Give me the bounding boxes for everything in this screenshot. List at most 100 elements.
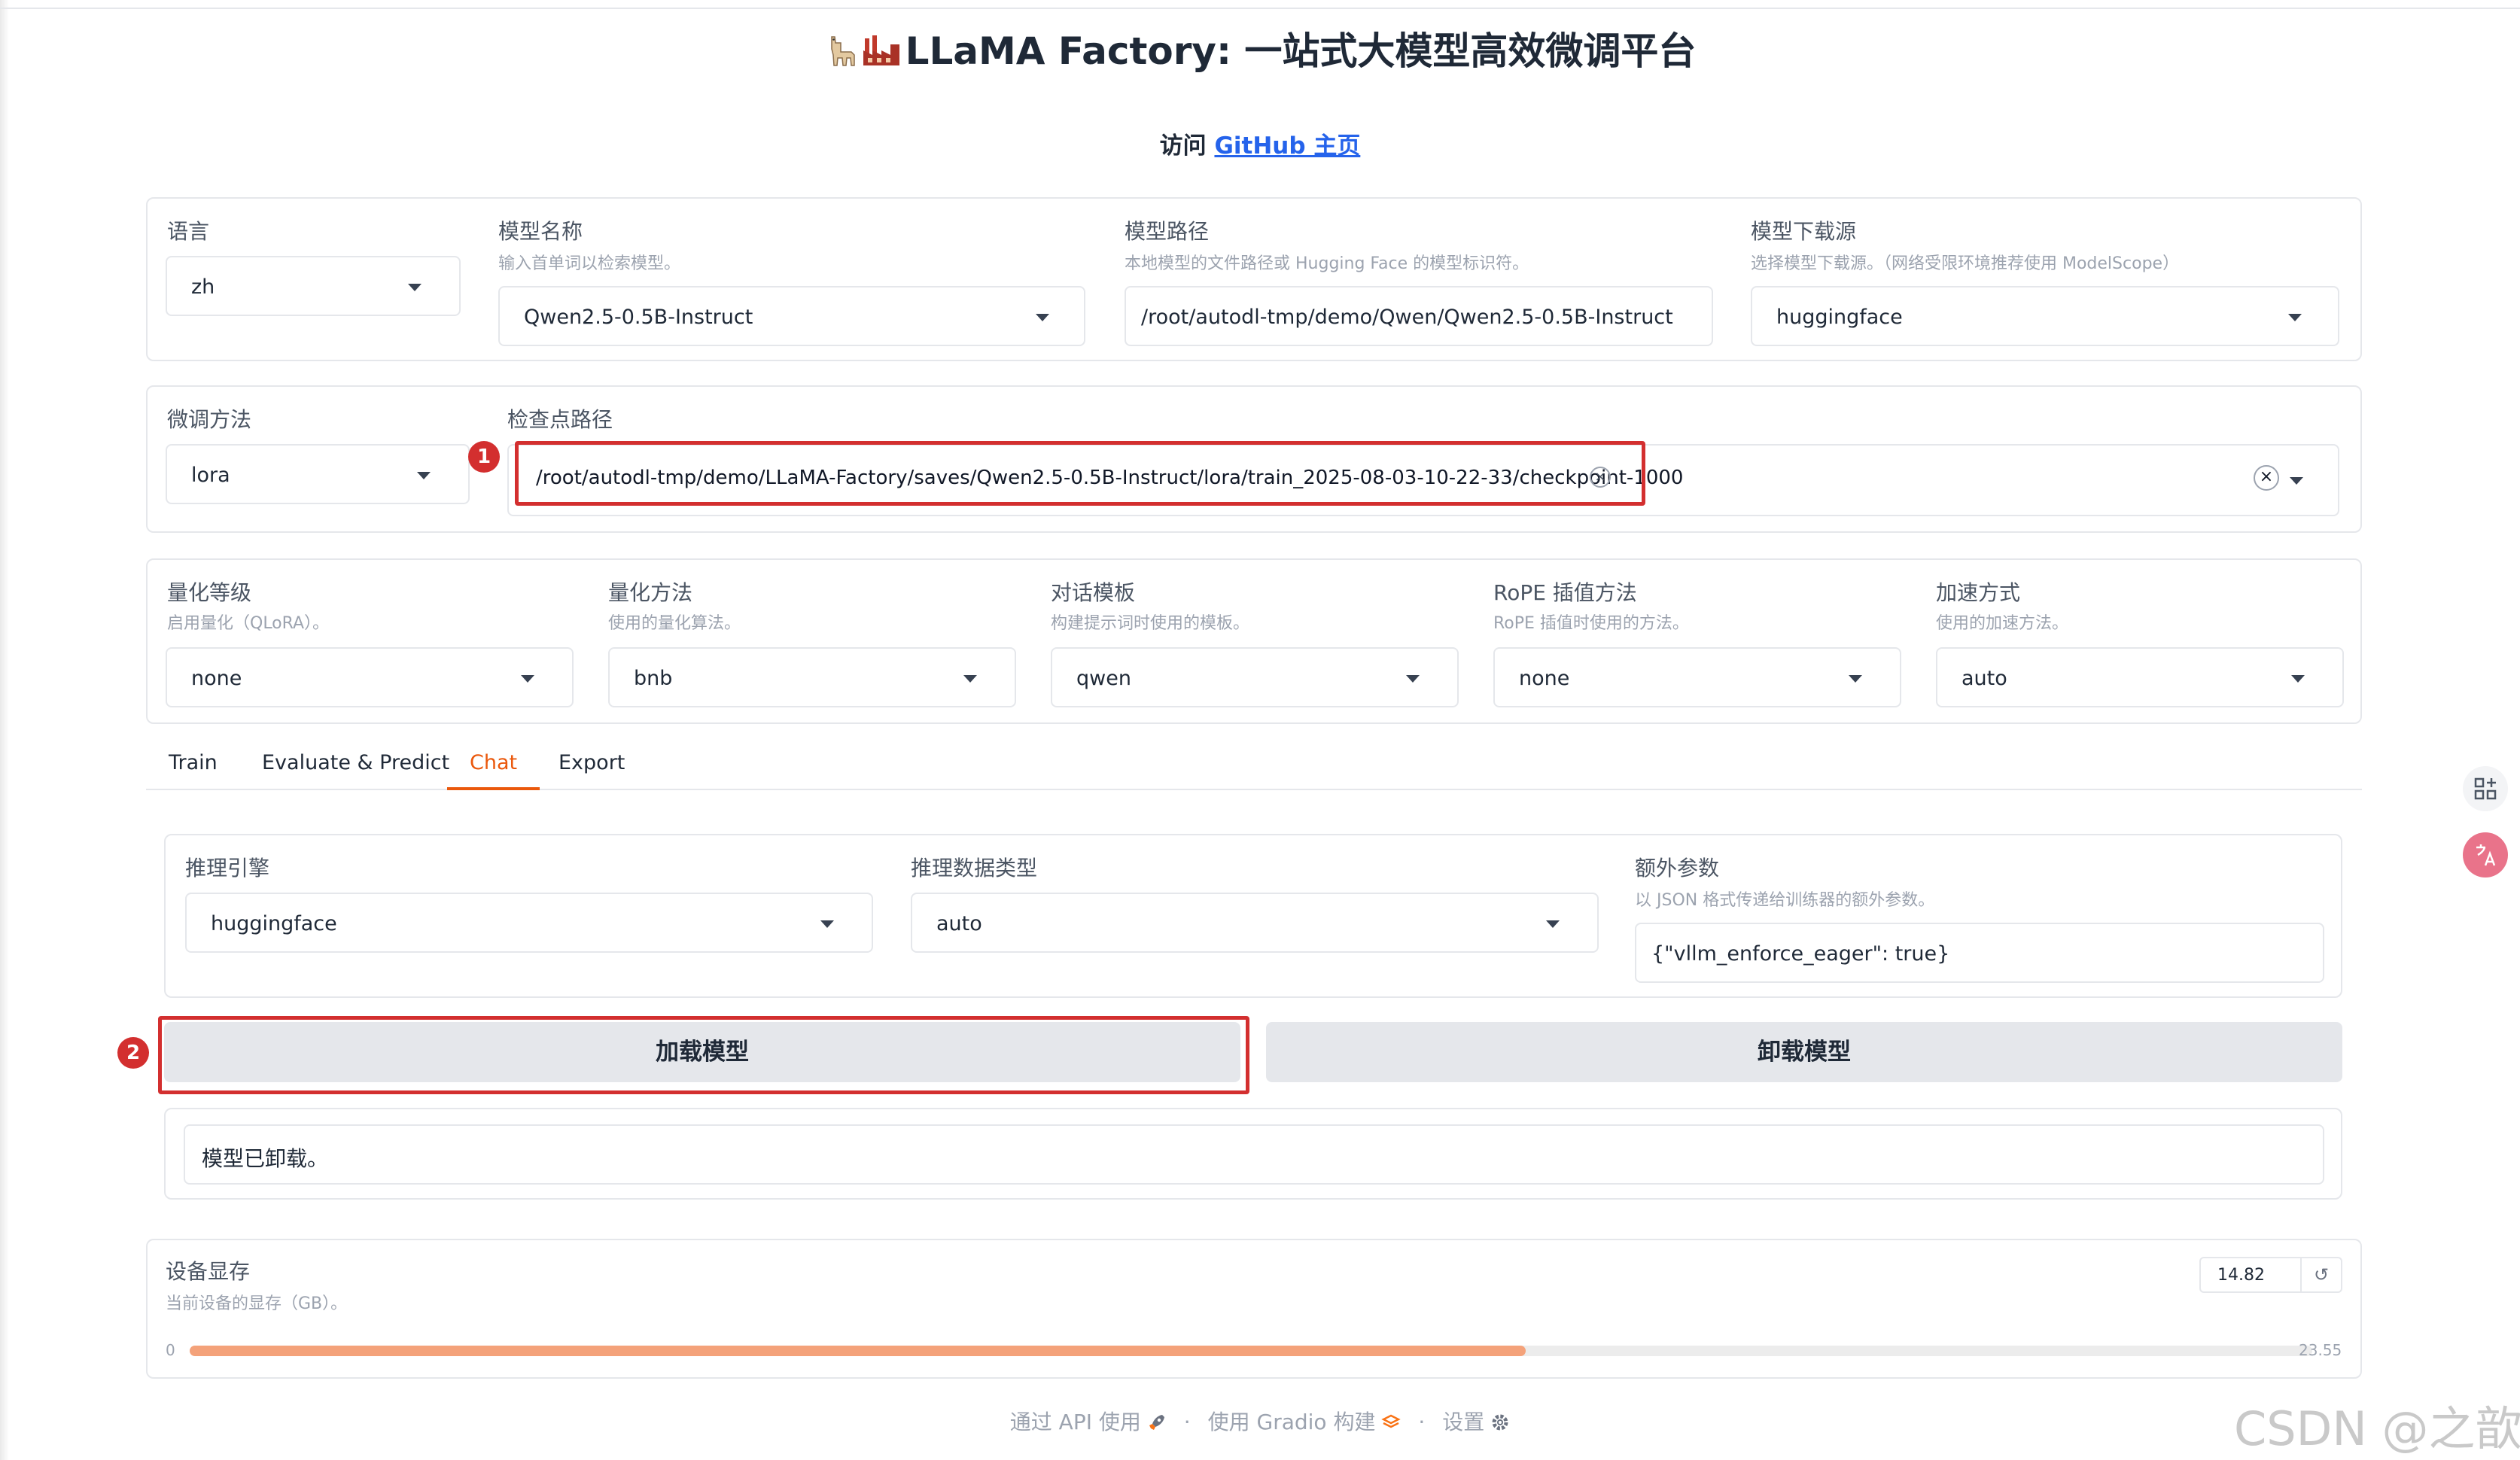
hub-dropdown[interactable]: huggingface <box>1751 286 2339 346</box>
lang-dropdown[interactable]: zh <box>166 256 461 316</box>
top-divider <box>0 8 2520 9</box>
quant-method-dropdown[interactable]: bnb <box>608 647 1016 707</box>
gear-icon <box>1492 1414 1508 1431</box>
device-memory-slider[interactable] <box>190 1346 2312 1356</box>
chevron-down-icon <box>1036 314 1049 321</box>
rope-info: RoPE 插值时使用的方法。 <box>1493 614 1689 633</box>
tab-bar: Train Evaluate & Predict Chat Export <box>146 745 2362 790</box>
extra-args-info: 以 JSON 格式传递给训练器的额外参数。 <box>1635 891 1935 910</box>
device-memory-panel: 设备显存 当前设备的显存（GB）。 <box>146 1239 2362 1379</box>
llama-icon <box>830 36 855 66</box>
footer-separator: · <box>1183 1410 1191 1434</box>
quant-method-info: 使用的量化算法。 <box>608 614 741 633</box>
footer-gradio-link[interactable]: 使用 Gradio 构建 <box>1208 1410 1402 1434</box>
finetune-method-label: 微调方法 <box>167 407 252 432</box>
tab-evaluate-predict[interactable]: Evaluate & Predict <box>239 745 472 790</box>
finetune-method-value: lora <box>191 464 230 487</box>
model-path-label: 模型路径 <box>1125 219 1210 244</box>
footer: 通过 API 使用 · 使用 Gradio 构建 · 设置 <box>0 1406 2520 1436</box>
device-memory-label: 设备显存 <box>166 1259 251 1284</box>
chevron-down-icon <box>2288 314 2302 321</box>
rope-value: none <box>1519 667 1570 690</box>
factory-icon <box>863 35 899 65</box>
clear-icon[interactable]: × <box>2254 465 2279 491</box>
lang-label: 语言 <box>167 219 210 244</box>
device-memory-value: 14.82 <box>2217 1266 2265 1285</box>
annotation-box-load <box>158 1016 1249 1094</box>
booster-label: 加速方式 <box>1936 580 2021 605</box>
annotation-badge-1: 1 <box>468 441 500 473</box>
infer-dtype-value: auto <box>936 912 982 935</box>
gradio-logo-icon <box>1381 1414 1402 1428</box>
qr-glyph <box>2474 777 2497 800</box>
model-name-info: 输入首单词以检索模型。 <box>498 254 681 273</box>
chevron-down-icon <box>2291 675 2305 683</box>
footer-api-link[interactable]: 通过 API 使用 <box>1010 1410 1167 1434</box>
unload-model-button[interactable]: 卸载模型 <box>1266 1022 2342 1082</box>
advanced-panel: 量化等级 启用量化（QLoRA）。 none 量化方法 使用的量化算法。 bnb… <box>146 558 2362 724</box>
hub-label: 模型下载源 <box>1751 219 1857 244</box>
tab-chat[interactable]: Chat <box>447 745 540 790</box>
rope-dropdown[interactable]: none <box>1493 647 1901 707</box>
chevron-down-icon <box>963 675 977 683</box>
checkpoint-label: 检查点路径 <box>507 407 613 432</box>
template-info: 构建提示词时使用的模板。 <box>1051 614 1250 633</box>
watermark: CSDN @之歆 <box>2234 1401 2520 1456</box>
page-subtitle: 访问 GitHub 主页 <box>0 126 2520 160</box>
chevron-down-icon <box>1546 920 1560 928</box>
page-title-text: LLaMA Factory: 一站式大模型高效微调平台 <box>905 29 1697 73</box>
status-textbox[interactable]: 模型已卸载。 <box>184 1124 2324 1185</box>
lang-value: zh <box>191 275 215 299</box>
github-link[interactable]: GitHub 主页 <box>1214 132 1360 160</box>
model-name-value: Qwen2.5-0.5B-Instruct <box>524 306 753 329</box>
chevron-down-icon <box>417 472 431 479</box>
translate-glyph <box>2476 844 2496 866</box>
visit-prefix: 访问 <box>1159 132 1207 160</box>
footer-gradio-text: 使用 Gradio 构建 <box>1207 1410 1376 1434</box>
booster-value: auto <box>1962 667 2007 690</box>
infer-dtype-dropdown[interactable]: auto <box>911 893 1599 953</box>
chevron-down-icon <box>1849 675 1862 683</box>
device-memory-number-input[interactable]: 14.82 ↺ <box>2199 1257 2342 1293</box>
booster-info: 使用的加速方法。 <box>1936 614 2069 633</box>
qr-icon[interactable] <box>2463 766 2508 811</box>
quant-bit-info: 启用量化（QLoRA）。 <box>167 614 330 633</box>
model-path-input[interactable]: /root/autodl-tmp/demo/Qwen/Qwen2.5-0.5B-… <box>1125 286 1713 346</box>
infer-backend-label: 推理引擎 <box>185 856 270 881</box>
annotation-box-checkpoint <box>515 441 1645 506</box>
booster-dropdown[interactable]: auto <box>1936 647 2344 707</box>
extra-args-value: {"vllm_enforce_eager": true} <box>1651 942 1950 966</box>
left-edge-shade <box>0 0 9 1460</box>
model-path-value: /root/autodl-tmp/demo/Qwen/Qwen2.5-0.5B-… <box>1141 306 1673 329</box>
footer-settings-link[interactable]: 设置 <box>1442 1410 1510 1434</box>
chevron-down-icon <box>2290 477 2303 485</box>
infer-backend-dropdown[interactable]: huggingface <box>185 893 873 953</box>
footer-settings-text: 设置 <box>1442 1410 1485 1434</box>
reset-icon[interactable]: ↺ <box>2300 1258 2341 1291</box>
quant-bit-dropdown[interactable]: none <box>166 647 574 707</box>
model-path-info: 本地模型的文件路径或 Hugging Face 的模型标识符。 <box>1125 254 1529 273</box>
slider-min-label: 0 <box>166 1341 175 1359</box>
template-dropdown[interactable]: qwen <box>1051 647 1459 707</box>
annotation-badge-2: 2 <box>117 1037 149 1069</box>
chevron-down-icon <box>521 675 534 683</box>
tab-train[interactable]: Train <box>146 745 240 790</box>
slider-max-label: 23.55 <box>2299 1341 2342 1359</box>
hub-value: huggingface <box>1776 306 1903 329</box>
infer-dtype-label: 推理数据类型 <box>911 856 1038 881</box>
quant-method-value: bnb <box>634 667 673 690</box>
status-value: 模型已卸载。 <box>202 1146 329 1171</box>
hub-info: 选择模型下载源。（网络受限环境推荐使用 ModelScope） <box>1751 254 2180 273</box>
tab-export[interactable]: Export <box>536 745 647 790</box>
chevron-down-icon <box>1406 675 1420 683</box>
model-name-dropdown[interactable]: Qwen2.5-0.5B-Instruct <box>498 286 1085 346</box>
template-value: qwen <box>1076 667 1131 690</box>
slider-fill <box>190 1346 1526 1356</box>
model-name-label: 模型名称 <box>498 219 583 244</box>
chat-settings-panel: 推理引擎 huggingface 推理数据类型 auto 额外参数 以 JSON… <box>164 834 2342 998</box>
extra-args-input[interactable]: {"vllm_enforce_eager": true} <box>1635 923 2324 983</box>
translate-icon[interactable] <box>2463 832 2508 878</box>
extra-args-label: 额外参数 <box>1635 856 1720 881</box>
footer-api-text: 通过 API 使用 <box>1009 1410 1141 1434</box>
finetune-method-dropdown[interactable]: lora <box>166 444 470 504</box>
